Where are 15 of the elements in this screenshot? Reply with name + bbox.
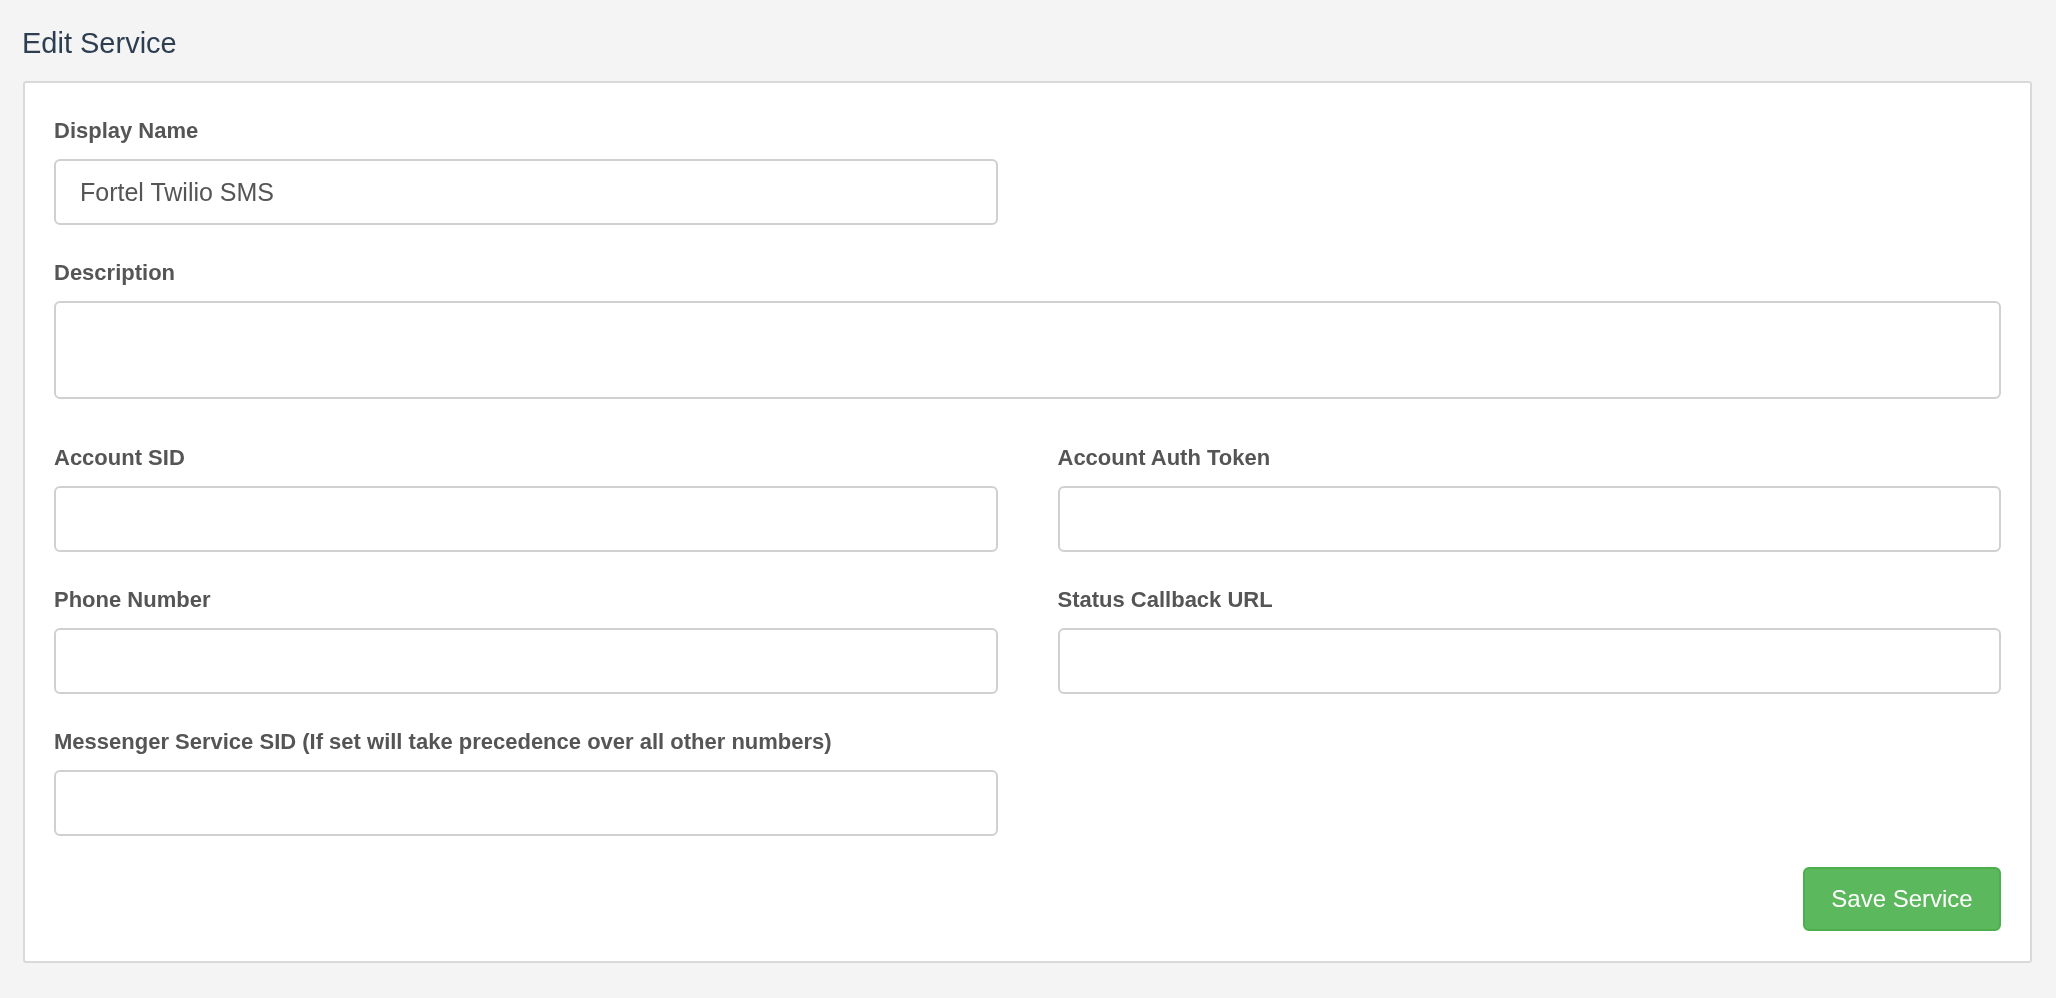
field-label: Display Name bbox=[54, 117, 200, 145]
input-field[interactable] bbox=[54, 628, 998, 694]
field-label: Phone Number bbox=[54, 586, 212, 614]
input-field[interactable] bbox=[54, 486, 998, 552]
field-label: Status Callback URL bbox=[1057, 586, 1274, 614]
description-field[interactable] bbox=[54, 301, 2001, 399]
field-label: Account Auth Token bbox=[1057, 444, 1272, 472]
input-field[interactable]: Fortel Twilio SMS bbox=[54, 159, 998, 225]
input-field[interactable] bbox=[1057, 628, 2001, 694]
field-label: Account SID bbox=[54, 444, 186, 472]
input-field[interactable] bbox=[1057, 486, 2001, 552]
input-field[interactable] bbox=[54, 770, 998, 836]
field-label: Description bbox=[54, 259, 177, 287]
field-label: Messenger Service SID (If set will take precedence over all other numbers) bbox=[54, 728, 833, 756]
page-title: Edit Service bbox=[22, 26, 178, 60]
